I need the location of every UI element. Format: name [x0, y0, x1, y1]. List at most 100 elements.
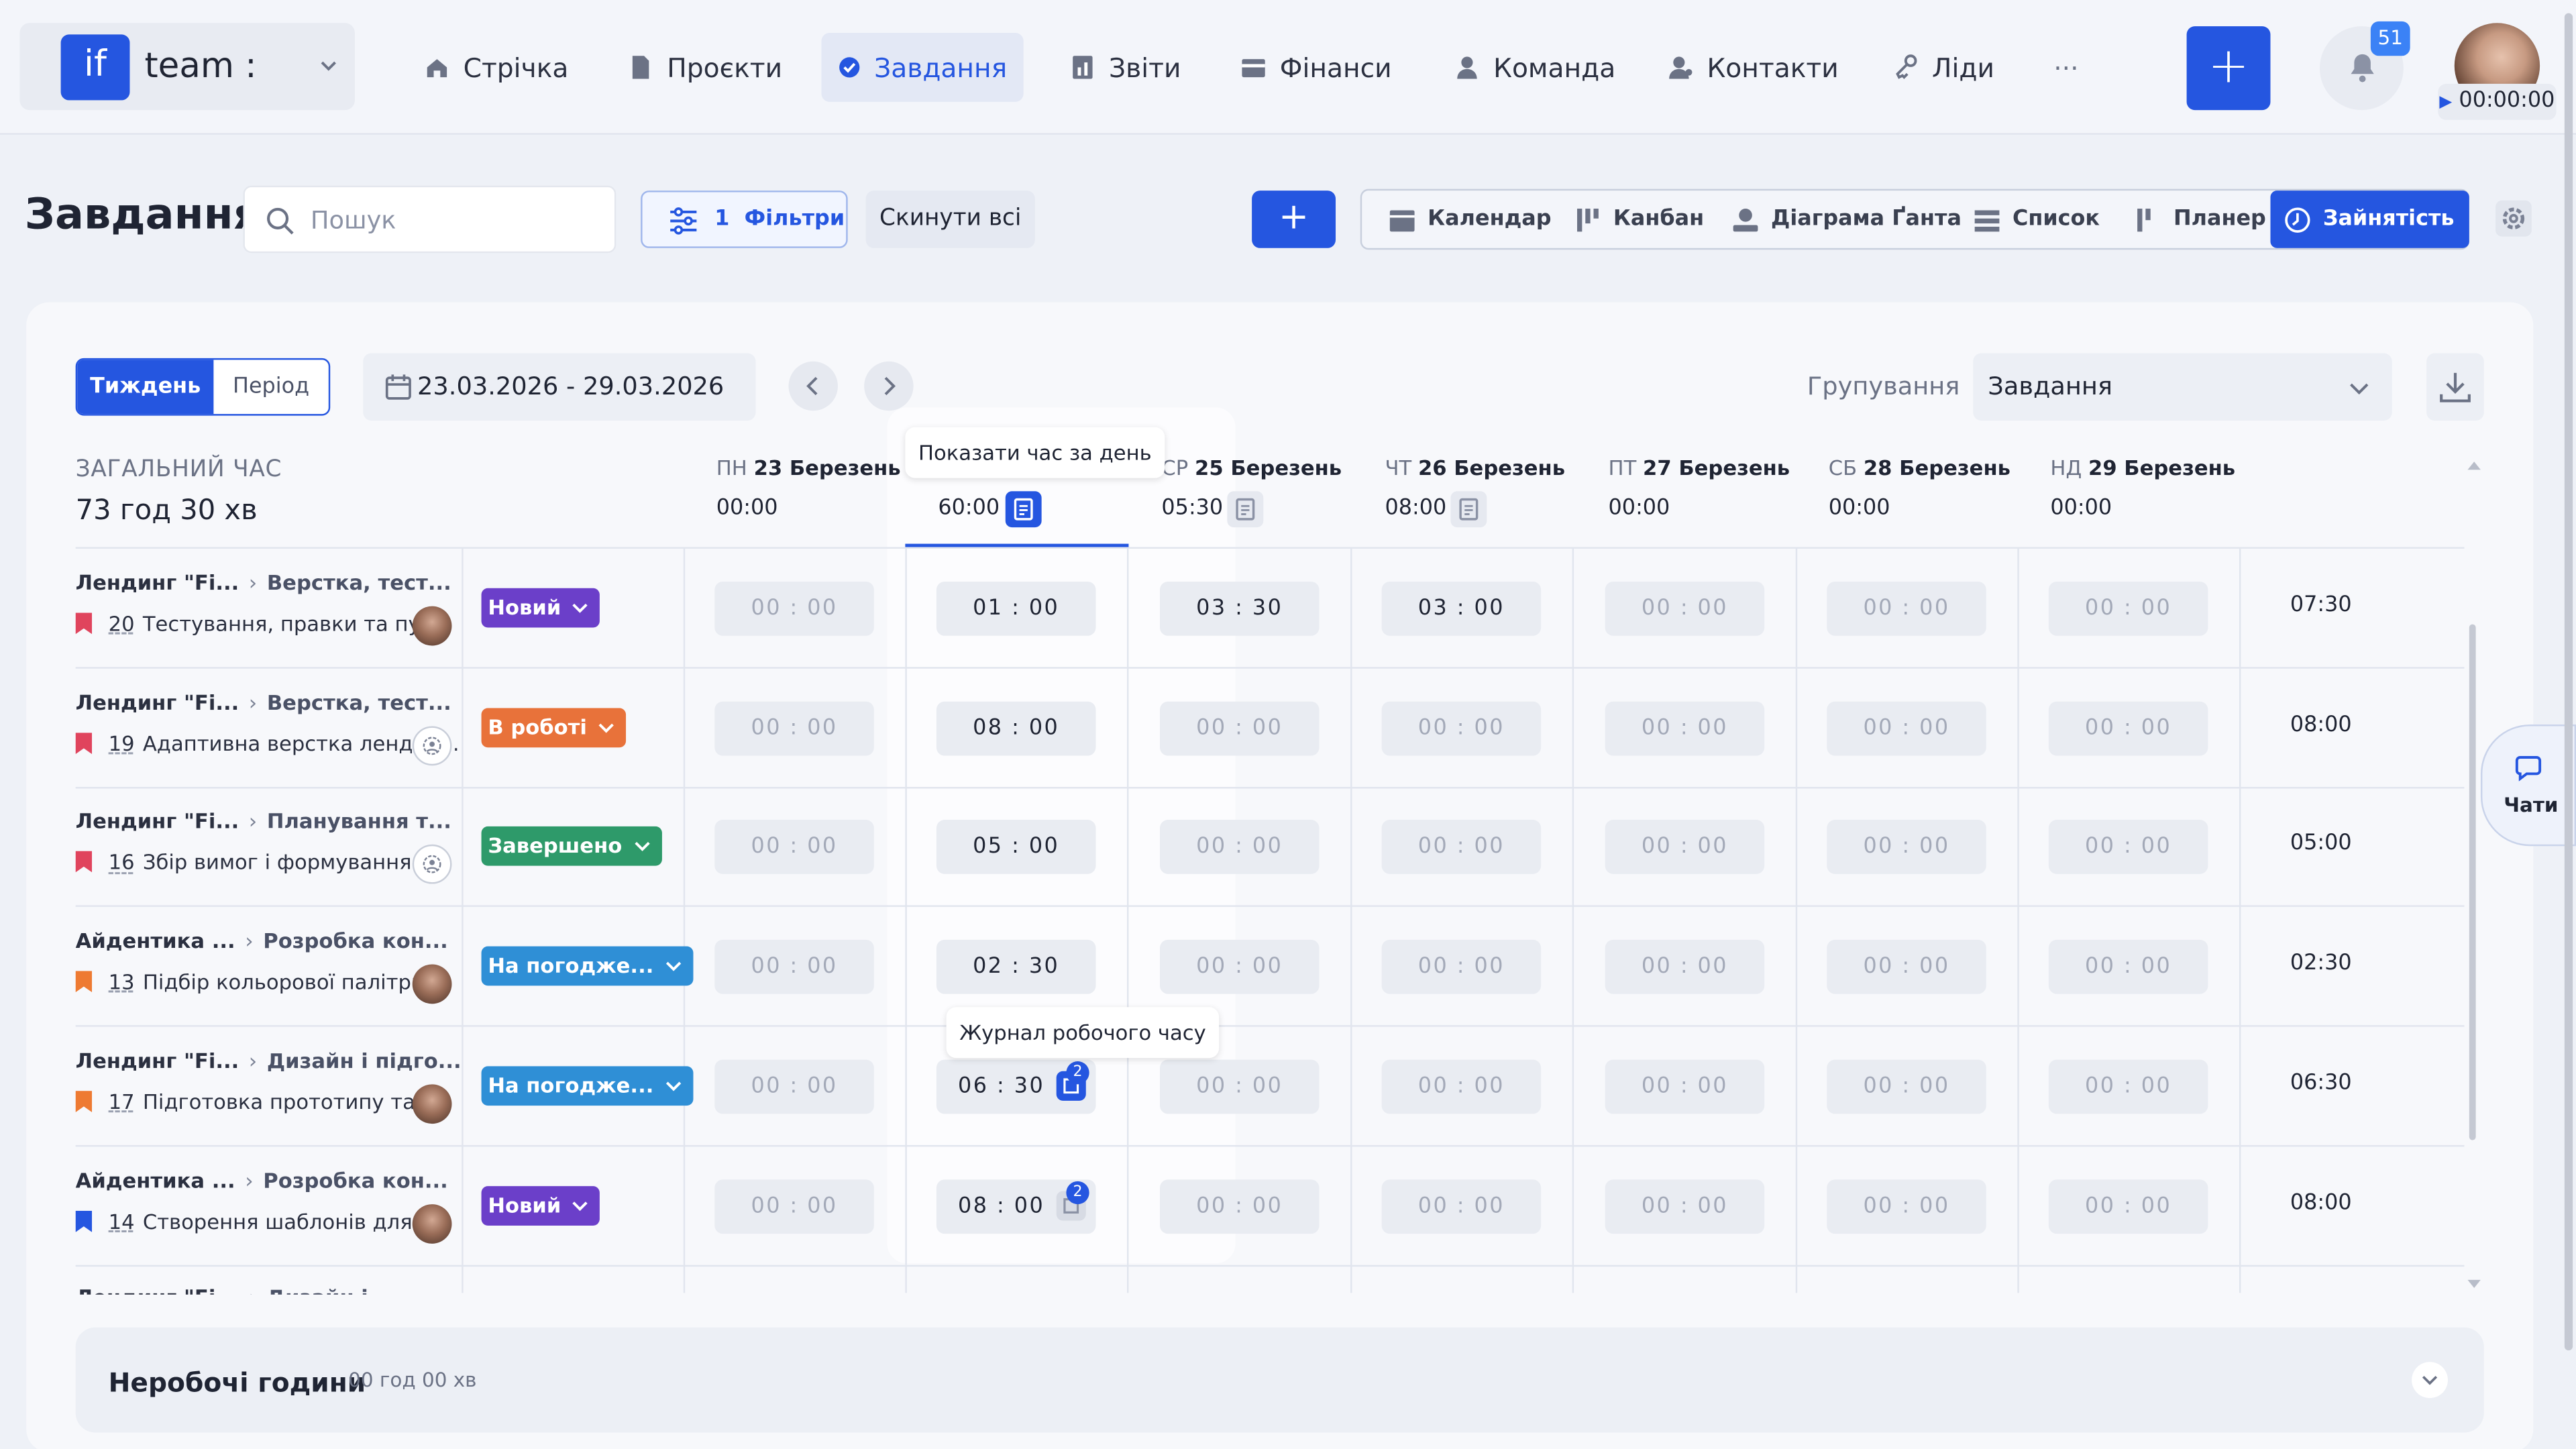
task-breadcrumb[interactable]: Лендинг "Fi... › Дизайн і підго...	[76, 1048, 462, 1073]
assignee-avatar[interactable]	[412, 1083, 452, 1124]
search-box[interactable]	[243, 185, 616, 254]
task-title-link[interactable]: 16 Збір вимог і формування ...	[75, 850, 438, 875]
task-breadcrumb[interactable]: Айдентика ... › Розробка кон...	[76, 1167, 448, 1192]
hours-cell[interactable]: 00 : 00	[1159, 940, 1320, 994]
hours-cell[interactable]: 00 : 00	[2048, 940, 2208, 994]
view-workload[interactable]: Зайнятість	[2270, 191, 2469, 248]
hours-cell[interactable]: 00 : 00	[2048, 700, 2208, 755]
assign-user-button[interactable]	[412, 725, 452, 765]
hours-cell[interactable]: 00 : 00	[2048, 1179, 2208, 1233]
status-dropdown[interactable]: На погодже...	[481, 946, 694, 986]
page-scrollbar[interactable]	[2563, 0, 2576, 1449]
task-title-link[interactable]: 14 Створення шаблонів для ...	[75, 1208, 439, 1233]
hours-cell[interactable]: 00 : 00	[1381, 1059, 1542, 1114]
hours-cell[interactable]: 00 : 00	[1159, 820, 1320, 875]
task-title-link[interactable]: 17 Підготовка прототипу та ...	[75, 1089, 441, 1114]
hours-cell[interactable]: 00 : 00	[1159, 1059, 1320, 1114]
hours-cell[interactable]: 00 : 00	[1827, 1059, 1986, 1114]
hours-cell[interactable]: 00 : 00	[1827, 820, 1986, 875]
hours-cell[interactable]: 00 : 00	[1827, 1179, 1986, 1233]
hours-cell[interactable]: 00 : 00	[2048, 820, 2208, 875]
status-dropdown[interactable]: В роботі	[481, 707, 627, 747]
task-breadcrumb[interactable]: Лендинг "Fi... › Верстка, тест...	[76, 690, 451, 714]
status-dropdown[interactable]: Новий	[481, 588, 601, 628]
filters-button[interactable]: 1 Фільтри	[641, 191, 848, 248]
task-title-link[interactable]: 20 Тестування, правки та пу...	[75, 611, 440, 636]
hours-cell[interactable]: 00 : 00	[714, 1059, 874, 1114]
nav-item-finance[interactable]: Фінанси	[1224, 33, 1408, 102]
reset-filters-button[interactable]: Скинути всі	[865, 191, 1035, 248]
more-menu-button[interactable]: ···	[2037, 33, 2095, 102]
expand-button[interactable]	[2412, 1362, 2448, 1399]
nav-item-contacts[interactable]: Контакти	[1651, 33, 1855, 102]
nav-item-team[interactable]: Команда	[1438, 33, 1632, 102]
search-input[interactable]	[310, 200, 590, 240]
hours-cell[interactable]: 00 : 00	[1605, 940, 1765, 994]
hours-cell[interactable]: 00 : 00	[1381, 1179, 1542, 1233]
task-title-link[interactable]: 13 Підбір кольорової палітри...	[75, 969, 444, 994]
nav-item-projects[interactable]: Проєкти	[611, 33, 799, 102]
hours-cell[interactable]: 00 : 00	[1827, 700, 1986, 755]
nav-item-reports[interactable]: Звіти	[1053, 33, 1197, 102]
hours-cell[interactable]: 00 : 00	[714, 820, 874, 875]
hours-cell[interactable]: 00 : 00	[1381, 940, 1542, 994]
period-tab[interactable]: Період	[213, 360, 328, 414]
grid-scrollbar-thumb[interactable]	[2469, 624, 2476, 1140]
nav-item-leads[interactable]: Ліди	[1876, 33, 2011, 102]
assignee-avatar[interactable]	[412, 606, 452, 646]
hours-cell[interactable]: 08 : 00	[936, 700, 1096, 755]
nav-item-feed[interactable]: Стрічка	[407, 33, 585, 102]
chats-button[interactable]: Чати	[2480, 724, 2576, 847]
status-dropdown[interactable]: Новий	[481, 1185, 601, 1225]
task-title-link[interactable]: 19 Адаптивна верстка лендин...	[75, 731, 460, 755]
grid-scrollbar[interactable]	[2467, 460, 2481, 1290]
global-add-button[interactable]: +	[2186, 26, 2271, 111]
hours-cell[interactable]: 00 : 00	[714, 940, 874, 994]
hours-cell[interactable]: 01 : 00	[936, 581, 1096, 636]
view-calendar[interactable]: Календар	[1375, 195, 1564, 243]
task-breadcrumb[interactable]: Айдентика ... › Розробка кон...	[76, 928, 448, 953]
nav-item-tasks[interactable]: Завдання	[821, 32, 1024, 102]
time-tracker[interactable]: ▶ 00:00:00	[2438, 83, 2557, 120]
hours-cell[interactable]: 00 : 00	[1605, 700, 1765, 755]
hours-cell[interactable]: 00 : 00	[1827, 940, 1986, 994]
hours-cell[interactable]: 00 : 00	[714, 700, 874, 755]
hours-cell[interactable]: 00 : 00	[1605, 1179, 1765, 1233]
gear-icon[interactable]	[2494, 199, 2534, 238]
prev-week-button[interactable]	[788, 361, 838, 411]
hours-cell[interactable]: 00 : 00	[1827, 581, 1986, 636]
next-week-button[interactable]	[864, 361, 914, 411]
hours-cell[interactable]: 02 : 30	[936, 940, 1096, 994]
view-kanban[interactable]: Канбан	[1561, 195, 1717, 243]
assign-user-button[interactable]	[412, 845, 452, 885]
hours-cell[interactable]: 00 : 00	[2048, 581, 2208, 636]
task-breadcrumb[interactable]: Лендинг "Fi... › Планування т...	[76, 809, 451, 834]
hours-cell[interactable]: 00 : 00	[714, 1179, 874, 1233]
hours-cell[interactable]: 00 : 00	[1381, 700, 1542, 755]
hours-cell[interactable]: 00 : 00	[1605, 1059, 1765, 1114]
hours-cell[interactable]: 00 : 00	[1605, 820, 1765, 875]
hours-cell[interactable]: 00 : 00	[714, 581, 874, 636]
week-tab[interactable]: Тиждень	[77, 360, 214, 415]
show-day-time-button[interactable]	[1450, 491, 1487, 528]
hours-cell[interactable]: 00 : 00	[1605, 581, 1765, 636]
show-day-time-button[interactable]	[1227, 491, 1264, 528]
view-gantt[interactable]: Діаграма Ґанта	[1719, 195, 1975, 243]
non-working-hours-panel[interactable]: Неробочі години 00 год 00 хв	[75, 1327, 2484, 1433]
status-dropdown[interactable]: Завершено	[481, 826, 662, 867]
assignee-avatar[interactable]	[412, 1203, 452, 1243]
hours-cell[interactable]: 00 : 00	[1159, 1179, 1320, 1233]
hours-cell[interactable]: 03 : 00	[1381, 581, 1542, 636]
hours-cell[interactable]: 03 : 30	[1159, 581, 1320, 636]
download-button[interactable]	[2426, 353, 2484, 421]
date-range-picker[interactable]: 23.03.2026 - 29.03.2026	[363, 353, 756, 421]
grouping-select[interactable]: Завдання	[1973, 353, 2392, 421]
hours-cell[interactable]: 00 : 00	[1159, 700, 1320, 755]
status-dropdown[interactable]: На погодже...	[481, 1065, 694, 1106]
show-day-time-button[interactable]	[1005, 491, 1042, 528]
view-planner[interactable]: Планер	[2121, 195, 2279, 243]
hours-cell[interactable]: 05 : 00	[936, 820, 1096, 875]
hours-cell[interactable]: 00 : 00	[2048, 1059, 2208, 1114]
assignee-avatar[interactable]	[412, 964, 452, 1004]
page-scrollbar-thumb[interactable]	[2564, 13, 2573, 1351]
